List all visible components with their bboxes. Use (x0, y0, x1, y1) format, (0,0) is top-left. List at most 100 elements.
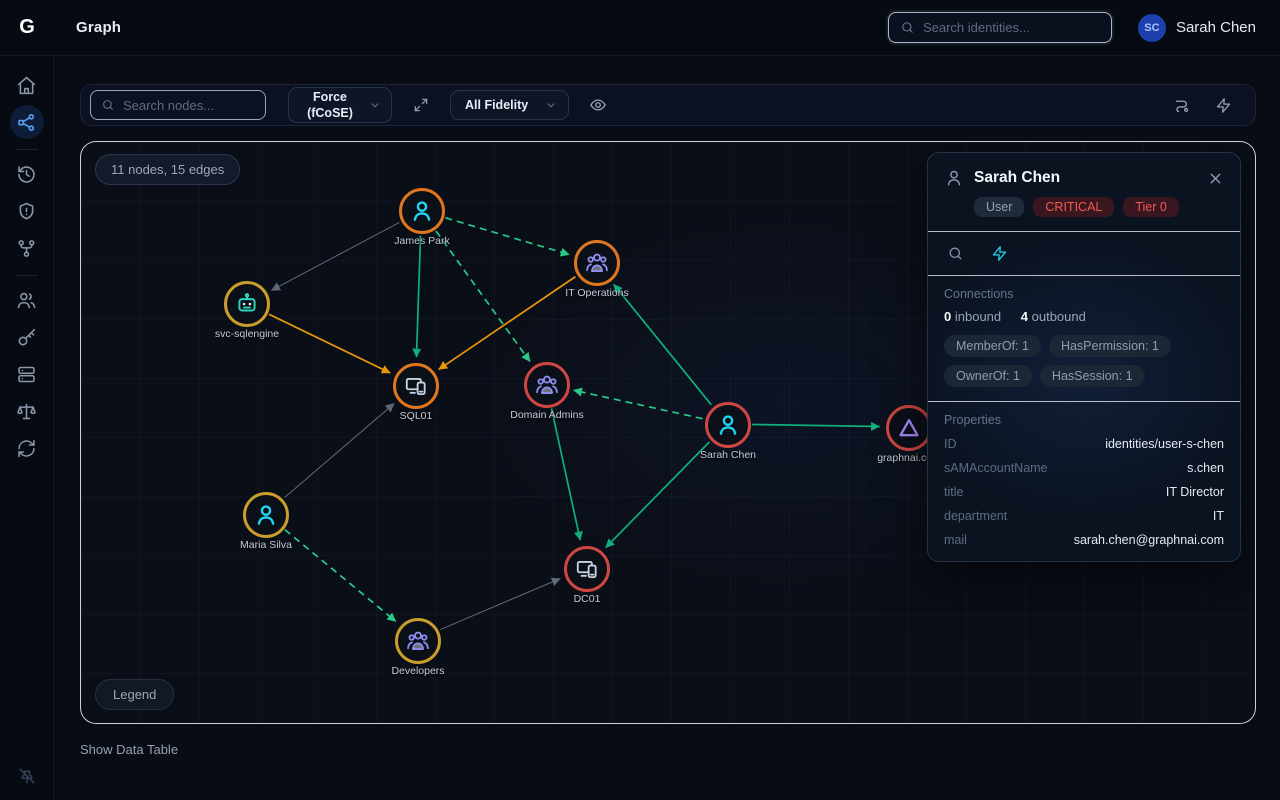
sidebar-divider (16, 275, 38, 276)
edge-count-badge: MemberOf: 1 (944, 335, 1041, 357)
graph-node-itops[interactable]: IT Operations (574, 240, 620, 286)
edge-type-badges: MemberOf: 1HasPermission: 1OwnerOf: 1Has… (944, 335, 1224, 387)
property-row: titleIT Director (944, 485, 1224, 499)
panel-title: Sarah Chen (974, 169, 1197, 187)
panel-zap-button[interactable] (991, 245, 1008, 262)
robot-icon (234, 291, 260, 317)
identity-search-input[interactable] (923, 20, 1100, 35)
user-icon (715, 412, 741, 438)
sidebar-item-network[interactable] (10, 105, 44, 139)
network-icon (16, 112, 37, 133)
node-search[interactable] (90, 90, 266, 120)
close-icon (1207, 170, 1224, 187)
edge-james-sql01 (416, 236, 420, 358)
visibility-button[interactable] (586, 93, 610, 117)
search-icon (947, 245, 964, 262)
edge-sarah-itops (614, 284, 712, 404)
history-icon (16, 164, 37, 185)
sidebar-pin-button[interactable] (17, 766, 37, 786)
user-name: Sarah Chen (1176, 19, 1256, 36)
node-detail-panel: Sarah Chen UserCRITICALTier 0 Connection… (927, 152, 1241, 562)
scale-icon (16, 401, 37, 422)
users-icon (16, 290, 37, 311)
main-content: Force (fCoSE) All Fidelity James Park IT … (54, 56, 1280, 800)
node-label: Domain Admins (510, 409, 584, 421)
graph-node-sarah[interactable]: Sarah Chen (705, 402, 751, 448)
identity-search[interactable] (888, 12, 1112, 43)
edge-count-badge: HasPermission: 1 (1049, 335, 1171, 357)
sidebar-item-scale[interactable] (10, 394, 44, 428)
status-badge: User (974, 197, 1024, 217)
search-icon (900, 20, 915, 35)
key-icon (16, 327, 37, 348)
graph-node-sql01[interactable]: SQL01 (393, 363, 439, 409)
graph-node-maria[interactable]: Maria Silva (243, 492, 289, 538)
edge-james-itops (445, 218, 569, 255)
node-search-input[interactable] (123, 98, 255, 113)
sidebar-item-server[interactable] (10, 357, 44, 391)
edge-domadmins-dc01 (551, 408, 580, 540)
property-row: sAMAccountNames.chen (944, 461, 1224, 475)
fork-icon (16, 238, 37, 259)
device-icon (574, 556, 600, 582)
property-row: mailsarah.chen@graphnai.com (944, 533, 1224, 547)
edge-james-domadmins (436, 231, 530, 362)
eye-icon (589, 96, 607, 114)
sidebar-item-refresh[interactable] (10, 431, 44, 465)
panel-search-button[interactable] (947, 245, 964, 262)
sidebar-item-fork[interactable] (10, 231, 44, 265)
edge-count-badge: HasSession: 1 (1040, 365, 1145, 387)
route-icon (1173, 96, 1191, 114)
search-icon (101, 98, 115, 112)
graph-node-dc01[interactable]: DC01 (564, 546, 610, 592)
sidebar-item-key[interactable] (10, 320, 44, 354)
user-icon (409, 198, 435, 224)
property-row: IDidentities/user-s-chen (944, 437, 1224, 451)
connection-counts: 0 inbound 4 outbound (944, 309, 1224, 324)
show-data-table-link[interactable]: Show Data Table (80, 742, 178, 757)
edge-maria-sql01 (285, 403, 395, 497)
status-badge: Tier 0 (1123, 197, 1179, 217)
pin-off-icon (17, 766, 37, 786)
edge-maria-developers (285, 530, 396, 622)
legend-button[interactable]: Legend (95, 679, 174, 710)
refresh-icon (16, 438, 37, 459)
quick-actions-button[interactable] (1211, 93, 1235, 117)
graph-toolbar: Force (fCoSE) All Fidelity (80, 84, 1256, 126)
app-logo: G (0, 16, 54, 39)
fit-view-button[interactable] (409, 93, 433, 117)
node-label: Developers (391, 665, 444, 677)
sidebar-item-history[interactable] (10, 157, 44, 191)
node-label: SQL01 (400, 410, 433, 422)
graph-node-graphnai[interactable]: graphnai.com (886, 405, 932, 451)
sidebar-item-home[interactable] (10, 68, 44, 102)
zap-icon (1215, 97, 1232, 114)
user-icon (253, 502, 279, 528)
layout-select[interactable]: Force (fCoSE) (288, 87, 392, 123)
sidebar-item-shield-alert[interactable] (10, 194, 44, 228)
graph-canvas[interactable]: James Park IT Operations svc-sqlengine SQL0… (80, 141, 1256, 724)
sidebar-item-users[interactable] (10, 283, 44, 317)
panel-actions (928, 231, 1240, 275)
graph-node-james[interactable]: James Park (399, 188, 445, 234)
graph-node-svc[interactable]: svc-sqlengine (224, 281, 270, 327)
fidelity-select-label: All Fidelity (465, 98, 528, 112)
graph-stats-badge: 11 nodes, 15 edges (95, 154, 240, 185)
shield-alert-icon (16, 201, 37, 222)
group-icon (534, 372, 560, 398)
close-panel-button[interactable] (1207, 170, 1224, 187)
edge-sarah-dc01 (606, 442, 710, 548)
maximize-icon (413, 97, 429, 113)
node-label: James Park (394, 235, 449, 247)
group-icon (584, 250, 610, 276)
zap-icon (991, 245, 1008, 262)
node-label: Maria Silva (240, 539, 292, 551)
graph-node-developers[interactable]: Developers (395, 618, 441, 664)
fidelity-select[interactable]: All Fidelity (450, 90, 569, 120)
edge-svc-sql01 (269, 314, 390, 373)
group-icon (405, 628, 431, 654)
graph-node-domadmins[interactable]: Domain Admins (524, 362, 570, 408)
edge-developers-dc01 (440, 578, 560, 629)
avatar[interactable]: SC (1138, 14, 1166, 42)
path-finding-button[interactable] (1170, 93, 1194, 117)
